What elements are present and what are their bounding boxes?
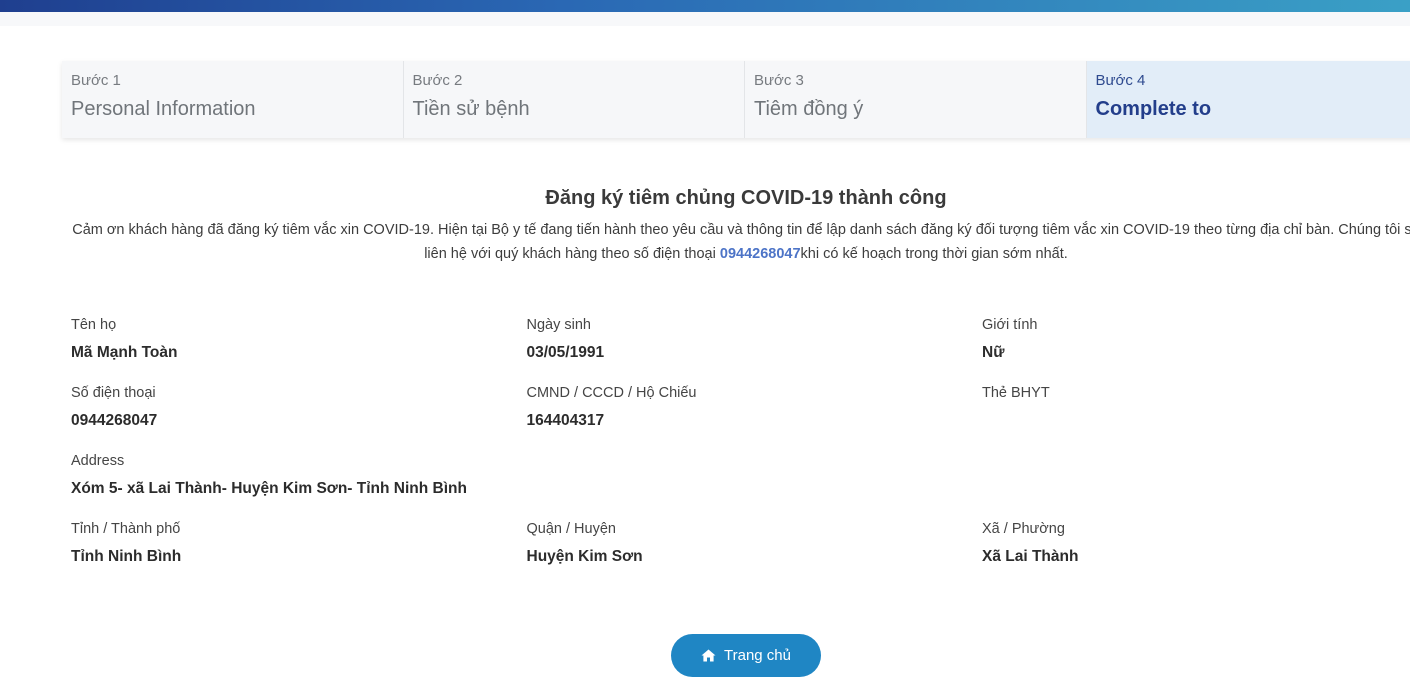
info-label: Thẻ BHYT (982, 385, 1050, 401)
info-province: Tỉnh / Thành phố Tỉnh Ninh Bình (71, 520, 527, 588)
info-value: 0944268047 (71, 412, 158, 429)
info-label: Số điện thoại (71, 385, 156, 401)
info-value: Nữ (982, 344, 1005, 361)
info-district: Quận / Huyện Huyện Kim Sơn (527, 520, 983, 588)
step-title: Complete to (1095, 98, 1212, 120)
info-address: Address Xóm 5- xã Lai Thành- Huyện Kim S… (71, 452, 971, 520)
step-3: Bước 3 Tiêm đồng ý (745, 61, 1087, 138)
info-value: 164404317 (526, 412, 605, 429)
info-label: Tỉnh / Thành phố (71, 521, 181, 537)
info-gender: Giới tính Nữ (982, 316, 1410, 384)
step-title: Personal Information (71, 98, 256, 120)
info-value: 03/05/1991 (526, 344, 605, 361)
success-message: Cảm ơn khách hàng đã đăng ký tiêm vắc xi… (70, 218, 1410, 266)
home-button[interactable]: Trang chủ (671, 634, 821, 677)
info-label: Xã / Phường (982, 521, 1065, 537)
info-row: Tên họ Mã Mạnh Toàn Ngày sinh 03/05/1991… (71, 316, 1410, 384)
info-ward: Xã / Phường Xã Lai Thành (982, 520, 1410, 588)
home-button-label: Trang chủ (724, 647, 791, 664)
info-row: Số điện thoại 0944268047 CMND / CCCD / H… (71, 384, 1410, 452)
info-value: Mã Mạnh Toàn (71, 344, 178, 361)
info-value: Xã Lai Thành (982, 548, 1079, 565)
step-4: Bước 4 Complete to (1086, 61, 1410, 138)
info-dob: Ngày sinh 03/05/1991 (527, 316, 983, 384)
info-label: Tên họ (71, 317, 117, 333)
step-title: Tiền sử bệnh (412, 98, 530, 120)
info-value: Xóm 5- xã Lai Thành- Huyện Kim Sơn- Tỉnh… (71, 480, 467, 497)
info-value: Tỉnh Ninh Bình (71, 548, 182, 565)
step-number: Bước 4 (1095, 72, 1146, 89)
top-gradient-bar (0, 0, 1410, 12)
info-full-name: Tên họ Mã Mạnh Toàn (71, 316, 527, 384)
info-insurance: Thẻ BHYT (982, 384, 1410, 452)
contact-phone: 0944268047 (719, 246, 801, 262)
info-row: Address Xóm 5- xã Lai Thành- Huyện Kim S… (71, 452, 1410, 520)
info-label: Address (71, 453, 125, 469)
success-title: Đăng ký tiêm chủng COVID-19 thành công (545, 187, 947, 209)
success-message-text-end: khi có kế hoạch trong thời gian sớm nhất… (800, 246, 1068, 262)
step-2: Bước 2 Tiền sử bệnh (403, 61, 745, 138)
home-icon (701, 649, 716, 662)
step-number: Bước 2 (412, 72, 463, 89)
info-id-number: CMND / CCCD / Hộ Chiếu 164404317 (527, 384, 983, 452)
registration-info: Tên họ Mã Mạnh Toàn Ngày sinh 03/05/1991… (71, 316, 1410, 588)
top-bar-shadow (0, 12, 1410, 26)
info-label: Ngày sinh (526, 317, 591, 333)
info-label: Quận / Huyện (526, 521, 616, 537)
step-progress: Bước 1 Personal Information Bước 2 Tiền … (62, 61, 1410, 138)
step-title: Tiêm đồng ý (754, 98, 864, 120)
info-label: Giới tính (982, 317, 1038, 333)
info-label: CMND / CCCD / Hộ Chiếu (526, 385, 697, 401)
step-1: Bước 1 Personal Information (62, 61, 404, 138)
step-number: Bước 1 (71, 72, 121, 89)
info-phone: Số điện thoại 0944268047 (71, 384, 527, 452)
info-row: Tỉnh / Thành phố Tỉnh Ninh Bình Quận / H… (71, 520, 1410, 588)
step-number: Bước 3 (754, 72, 804, 89)
info-value: Huyện Kim Sơn (526, 548, 643, 565)
